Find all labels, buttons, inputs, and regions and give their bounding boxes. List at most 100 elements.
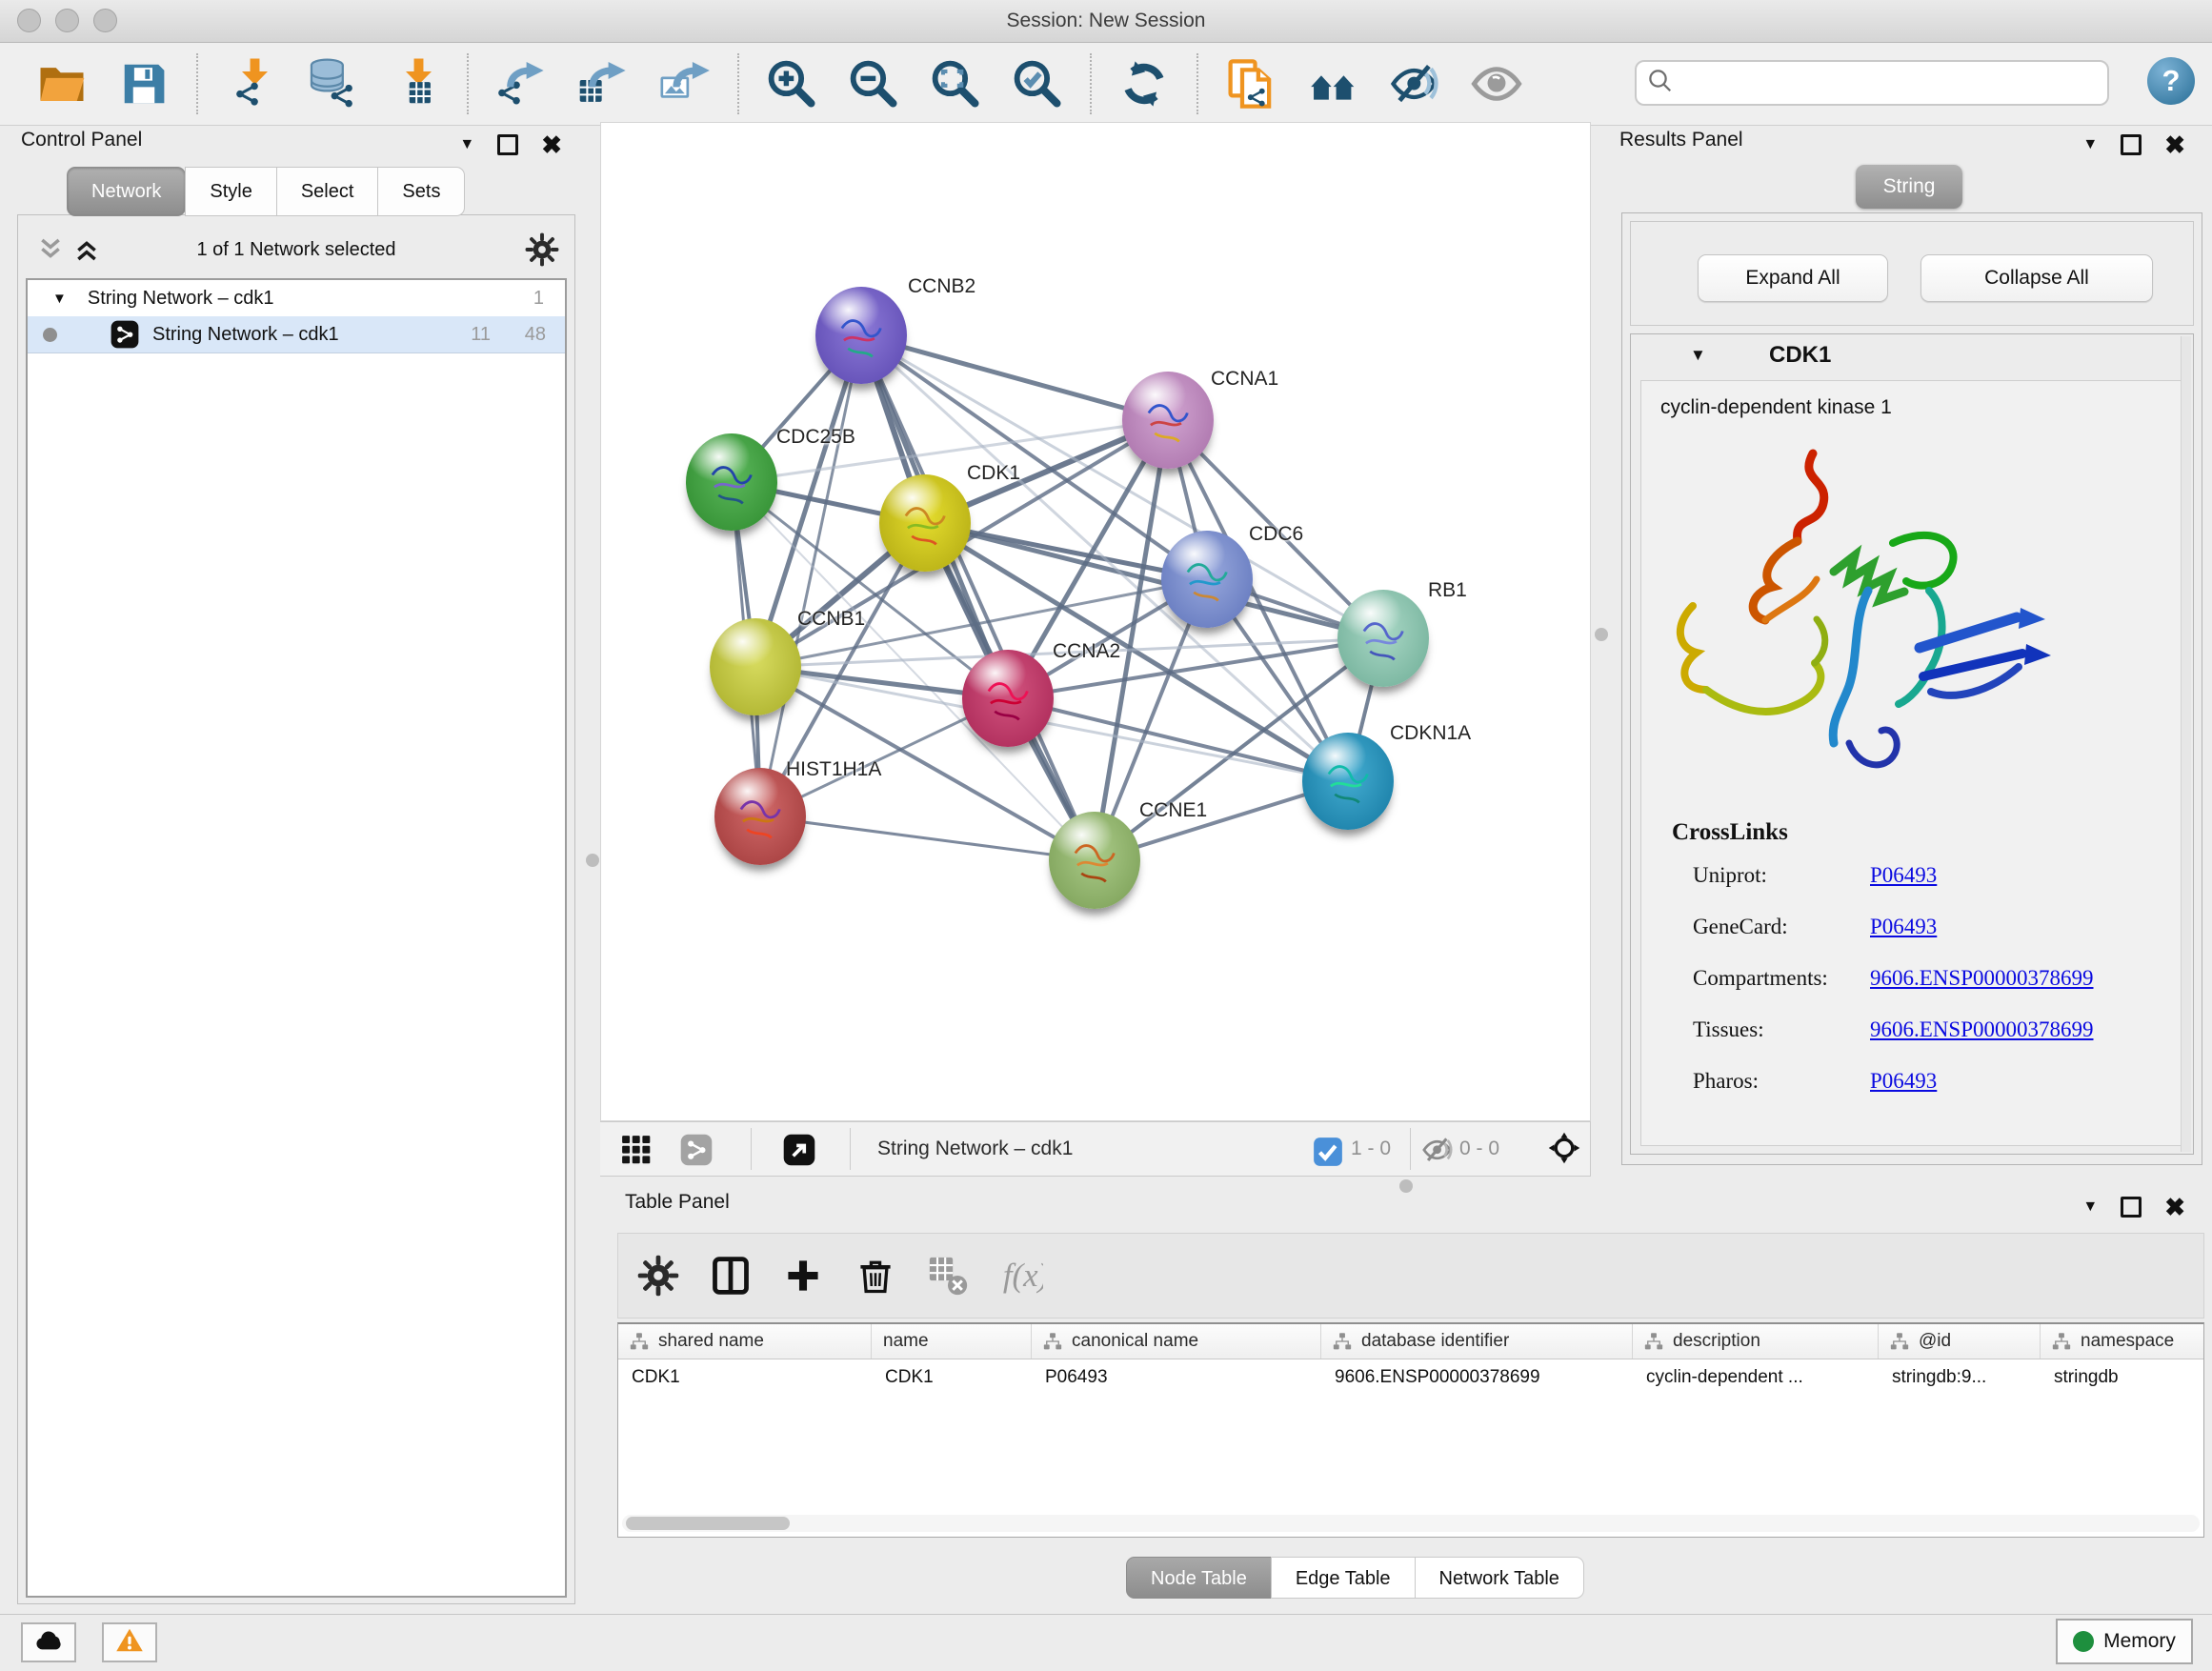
network-node-ccnb1[interactable] (710, 618, 801, 715)
tab-sets[interactable]: Sets (377, 167, 465, 216)
gene-section: ▼ CDK1 cyclin-dependent kinase 1 (1630, 333, 2194, 1155)
right-splitter-handle[interactable] (1595, 628, 1608, 641)
cloud-button[interactable] (21, 1622, 76, 1662)
tab-edge-table[interactable]: Edge Table (1271, 1557, 1416, 1599)
table-cell: stringdb (2041, 1359, 2204, 1396)
help-button[interactable]: ? (2147, 57, 2195, 105)
column-header-database-identifier[interactable]: database identifier (1321, 1324, 1633, 1359)
tab-network-table[interactable]: Network Table (1415, 1557, 1584, 1599)
network-canvas[interactable]: CCNB2CCNA1CDC25BCDK1CDC6RB1CCNB1CCNA2CDK… (600, 122, 1591, 1121)
network-node-ccne1[interactable] (1049, 812, 1140, 909)
network-options-gear-icon[interactable] (525, 232, 559, 267)
network-node-cdc6[interactable] (1161, 531, 1253, 628)
network-row-selected[interactable]: String Network – cdk1 11 48 (28, 316, 565, 353)
table-horizontal-scrollbar[interactable] (622, 1515, 2200, 1532)
left-splitter-handle[interactable] (586, 854, 599, 867)
crosslink-row: Tissues:9606.ENSP00000378699 (1693, 1017, 2169, 1042)
network-node-ccna2[interactable] (962, 650, 1054, 747)
tab-network[interactable]: Network (67, 167, 186, 216)
close-panel-icon[interactable]: ✖ (2164, 1195, 2185, 1219)
divider (1410, 1128, 1411, 1170)
close-panel-icon[interactable]: ✖ (2164, 132, 2185, 157)
float-panel-icon[interactable] (2121, 134, 2142, 155)
close-panel-icon[interactable]: ✖ (541, 132, 562, 157)
collection-expand-icon[interactable]: ▼ (52, 291, 67, 307)
column-header--id[interactable]: @id (1879, 1324, 2041, 1359)
tab-string[interactable]: String (1856, 165, 1962, 209)
panel-menu-icon[interactable]: ▼ (2082, 1199, 2098, 1215)
grid-view-icon[interactable] (620, 1134, 653, 1166)
table-cell: cyclin-dependent ... (1633, 1359, 1879, 1396)
network-node-ccnb2[interactable] (815, 287, 907, 384)
float-panel-icon[interactable] (2121, 1197, 2142, 1218)
refresh-icon[interactable] (1116, 56, 1172, 111)
float-panel-icon[interactable] (497, 134, 518, 155)
search-input[interactable] (1675, 71, 2107, 95)
panel-menu-icon[interactable]: ▼ (459, 137, 474, 152)
open-folder-icon[interactable] (34, 56, 90, 111)
save-icon[interactable] (116, 56, 171, 111)
network-edge[interactable] (760, 816, 1095, 860)
import-database-icon[interactable] (305, 56, 360, 111)
maximize-window-button[interactable] (93, 9, 117, 32)
export-network-icon[interactable] (493, 56, 549, 111)
selected-checkbox-icon[interactable] (1312, 1136, 1340, 1164)
crosslink-value-link[interactable]: P06493 (1870, 863, 1937, 888)
gene-collapse-icon[interactable]: ▼ (1690, 346, 1706, 365)
close-window-button[interactable] (17, 9, 41, 32)
column-header-namespace[interactable]: namespace (2041, 1324, 2204, 1359)
import-network-icon[interactable] (223, 56, 278, 111)
network-collection-row[interactable]: ▼ String Network – cdk1 1 (28, 280, 565, 316)
network-view-icon[interactable] (680, 1134, 713, 1166)
hide-unhide-icon[interactable] (1387, 56, 1442, 111)
warnings-button[interactable] (102, 1622, 157, 1662)
panel-menu-icon[interactable]: ▼ (2082, 137, 2098, 152)
network-node-hist1h1a[interactable] (714, 768, 806, 865)
scrollbar-thumb[interactable] (626, 1517, 790, 1530)
export-table-icon[interactable] (575, 56, 631, 111)
results-panel: Results Panel ▼ ✖ String Expand All Coll… (1612, 127, 2204, 1173)
add-column-icon[interactable] (782, 1255, 824, 1297)
memory-button[interactable]: Memory (2056, 1619, 2193, 1664)
expand-all-button[interactable]: Expand All (1698, 254, 1888, 302)
minimize-window-button[interactable] (55, 9, 79, 32)
show-columns-icon[interactable] (710, 1255, 752, 1297)
crosslink-value-link[interactable]: 9606.ENSP00000378699 (1870, 1017, 2094, 1042)
column-header-canonical-name[interactable]: canonical name (1032, 1324, 1321, 1359)
network-node-rb1[interactable] (1337, 590, 1429, 687)
column-header-name[interactable]: name (872, 1324, 1032, 1359)
delete-column-icon[interactable] (855, 1255, 896, 1297)
homes-icon[interactable] (1305, 56, 1360, 111)
zoom-out-icon[interactable] (846, 56, 901, 111)
duplicate-network-icon[interactable] (1223, 56, 1278, 111)
collapse-all-button[interactable]: Collapse All (1920, 254, 2153, 302)
network-node-ccna1[interactable] (1122, 372, 1214, 469)
network-node-cdc25b[interactable] (686, 433, 777, 531)
tab-select[interactable]: Select (276, 167, 379, 216)
table-row[interactable]: CDK1CDK1P064939606.ENSP00000378699cyclin… (618, 1359, 2203, 1396)
network-node-cdkn1a[interactable] (1302, 733, 1394, 830)
hidden-eye-icon[interactable] (1421, 1134, 1454, 1166)
network-tree: ▼ String Network – cdk1 1 String Network… (26, 278, 567, 1598)
crosslink-value-link[interactable]: P06493 (1870, 1069, 1937, 1094)
import-table-icon[interactable] (387, 56, 442, 111)
search-box[interactable] (1635, 60, 2109, 106)
network-node-cdk1[interactable] (879, 474, 971, 572)
export-image-icon[interactable] (657, 56, 713, 111)
zoom-in-icon[interactable] (764, 56, 819, 111)
network-edge[interactable] (760, 335, 861, 816)
column-header-shared-name[interactable]: shared name (618, 1324, 872, 1359)
show-hide-disabled-icon[interactable] (1469, 56, 1524, 111)
crosslink-value-link[interactable]: P06493 (1870, 915, 1937, 939)
tab-node-table[interactable]: Node Table (1126, 1557, 1272, 1599)
zoom-fit-icon[interactable] (928, 56, 983, 111)
results-scrollbar[interactable] (2181, 336, 2191, 1152)
detach-view-icon[interactable] (783, 1134, 815, 1166)
table-options-gear-icon[interactable] (637, 1255, 679, 1297)
zoom-selected-icon[interactable] (1010, 56, 1065, 111)
birdseye-icon[interactable] (1548, 1132, 1584, 1168)
tab-style[interactable]: Style (185, 167, 276, 216)
column-header-description[interactable]: description (1633, 1324, 1879, 1359)
crosslink-value-link[interactable]: 9606.ENSP00000378699 (1870, 966, 2094, 991)
network-edge[interactable] (861, 335, 1095, 860)
